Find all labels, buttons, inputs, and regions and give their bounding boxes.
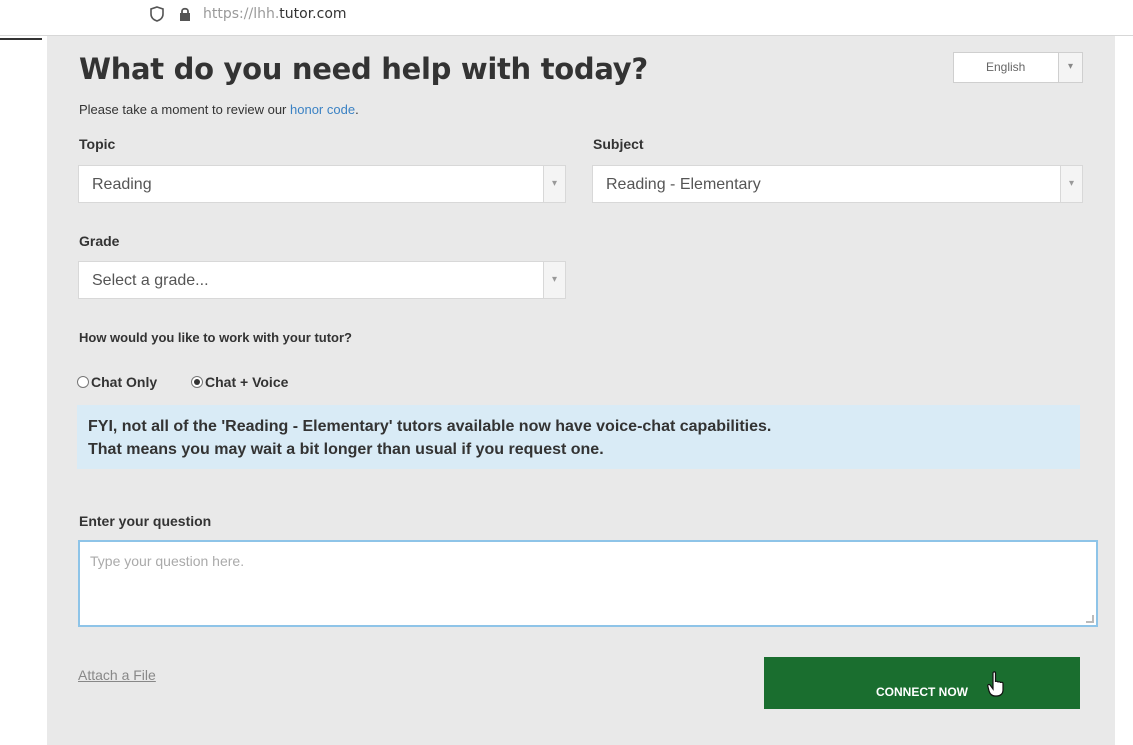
honor-suffix: . [355,102,359,117]
page-title: What do you need help with today? [79,52,648,86]
browser-address-bar[interactable]: https://lhh.tutor.com [0,0,1133,40]
topic-select[interactable]: Reading ▾ [78,165,566,203]
radio-chat-voice[interactable]: Chat + Voice [191,374,288,390]
lock-icon [180,7,190,21]
chevron-down-icon: ▾ [1060,166,1082,202]
question-label: Enter your question [79,513,212,529]
info-line-1: FYI, not all of the 'Reading - Elementar… [88,418,772,435]
url-prefix: https:// [203,6,254,22]
url-host: tutor.com [279,6,347,22]
topic-label: Topic [79,136,116,152]
question-input[interactable]: Type your question here. [78,540,1098,627]
grade-value: Select a grade... [92,272,209,289]
url-host-dim: lhh. [253,6,280,22]
url-text[interactable]: https://lhh.tutor.com [203,6,347,22]
language-value: English [986,60,1026,74]
radio-label: Chat + Voice [205,374,289,390]
connect-now-button[interactable]: CONNECT NOW [764,657,1080,709]
voice-chat-info-box: FYI, not all of the 'Reading - Elementar… [77,405,1080,469]
shield-icon [150,6,164,22]
radio-button[interactable] [77,376,89,388]
resize-handle-icon[interactable] [1086,615,1094,623]
radio-label: Chat Only [91,374,158,390]
radio-chat-only[interactable]: Chat Only [77,374,157,390]
work-mode-label: How would you like to work with your tut… [79,330,352,345]
chevron-down-icon: ▾ [1058,53,1082,82]
subject-value: Reading - Elementary [606,176,761,193]
chevron-down-icon: ▾ [543,166,565,202]
help-request-panel: What do you need help with today? Englis… [47,36,1115,745]
question-placeholder: Type your question here. [90,553,245,569]
grade-label: Grade [79,233,120,249]
grade-select[interactable]: Select a grade... ▾ [78,261,566,299]
radio-button[interactable] [191,376,204,388]
language-select[interactable]: English ▾ [953,52,1083,83]
topic-value: Reading [92,176,152,193]
attach-file-link[interactable]: Attach a File [78,667,156,683]
honor-text: Please take a moment to review our [79,102,290,117]
honor-code-notice: Please take a moment to review our honor… [79,102,359,117]
hand-cursor-icon [987,671,1004,697]
chevron-down-icon: ▾ [543,262,565,298]
honor-code-link[interactable]: honor code [290,102,355,117]
divider [0,38,42,40]
work-mode-options: Chat Only Chat + Voice [77,374,318,390]
subject-select[interactable]: Reading - Elementary ▾ [592,165,1083,203]
info-line-2: That means you may wait a bit longer tha… [88,441,604,458]
subject-label: Subject [593,136,644,152]
